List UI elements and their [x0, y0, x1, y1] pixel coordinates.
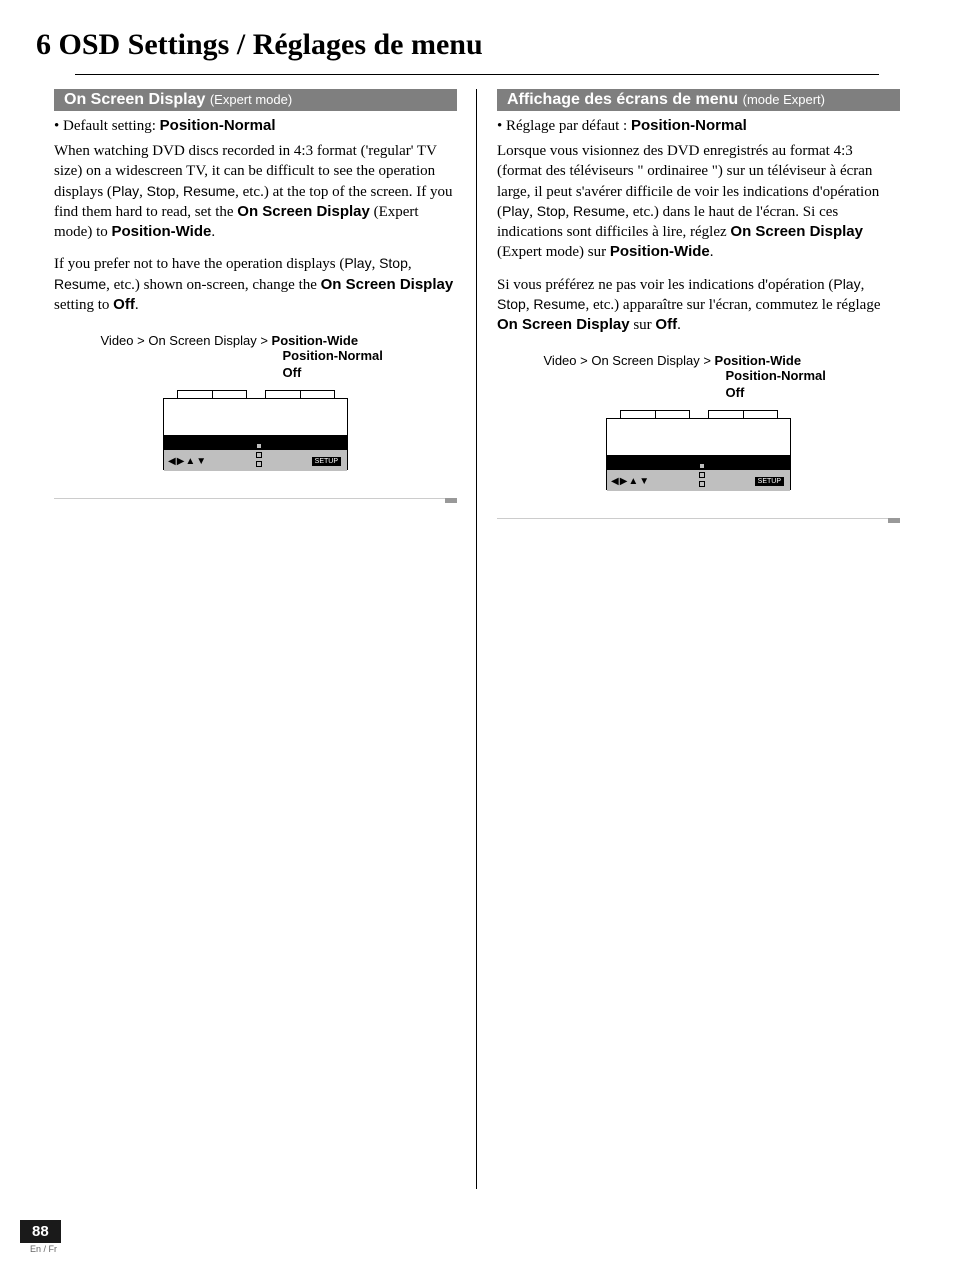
column-english: On Screen Display (Expert mode) • Defaul…	[34, 89, 477, 523]
default-value-en: Position-Normal	[160, 117, 276, 134]
menu-path-fr: Video > On Screen Display >	[544, 353, 715, 368]
section-end-cap	[445, 498, 457, 503]
figure-fr: Video > On Screen Display > Position-Wid…	[534, 353, 864, 490]
section-bar-fr: Affichage des écrans de menu (mode Exper…	[497, 89, 900, 111]
setup-button-icon: SETUP	[755, 477, 784, 486]
dpad-arrows-icon: ◀▶▲▼	[168, 456, 207, 467]
paragraph-2-fr: Si vous préférez ne pas voir les indicat…	[497, 275, 900, 336]
page-footer: 88 En / Fr	[20, 1220, 61, 1254]
menu-opt1-en: Position-Wide	[272, 333, 359, 348]
default-prefix-fr: • Réglage par défaut :	[497, 118, 631, 134]
menu-opt3-fr: Off	[534, 385, 864, 402]
default-setting-en: • Default setting: Position-Normal	[54, 117, 457, 135]
column-french: Affichage des écrans de menu (mode Exper…	[477, 89, 920, 523]
figure-en: Video > On Screen Display > Position-Wid…	[91, 333, 421, 470]
menu-opt2-fr: Position-Normal	[534, 368, 864, 385]
section-title-en: On Screen Display	[64, 91, 205, 108]
menu-opt2-en: Position-Normal	[91, 348, 421, 365]
menu-opt3-en: Off	[91, 365, 421, 382]
section-end-rule	[54, 498, 457, 499]
footer-lang: En / Fr	[20, 1244, 61, 1254]
paragraph-1-en: When watching DVD discs recorded in 4:3 …	[54, 141, 457, 242]
section-mode-en: (Expert mode)	[210, 92, 292, 107]
chapter-heading: 6 OSD Settings / Réglages de menu	[0, 0, 954, 72]
page-number: 88	[20, 1220, 61, 1243]
paragraph-2-en: If you prefer not to have the operation …	[54, 254, 457, 315]
default-setting-fr: • Réglage par défaut : Position-Normal	[497, 117, 900, 135]
section-bar-en: On Screen Display (Expert mode)	[54, 89, 457, 111]
setup-button-icon: SETUP	[312, 457, 341, 466]
default-value-fr: Position-Normal	[631, 117, 747, 134]
default-prefix-en: • Default setting:	[54, 118, 160, 134]
heading-rule	[75, 74, 879, 75]
section-mode-fr: (mode Expert)	[743, 92, 825, 107]
section-end-rule	[497, 518, 900, 519]
paragraph-1-fr: Lorsque vous visionnez des DVD enregistr…	[497, 141, 900, 263]
osd-illustration-en: ◀▶▲▼ SETUP	[163, 390, 348, 470]
section-title-fr: Affichage des écrans de menu	[507, 91, 738, 108]
menu-opt1-fr: Position-Wide	[715, 353, 802, 368]
dpad-arrows-icon: ◀▶▲▼	[611, 476, 650, 487]
section-end-cap	[888, 518, 900, 523]
osd-illustration-fr: ◀▶▲▼ SETUP	[606, 410, 791, 490]
menu-path-en: Video > On Screen Display >	[101, 333, 272, 348]
